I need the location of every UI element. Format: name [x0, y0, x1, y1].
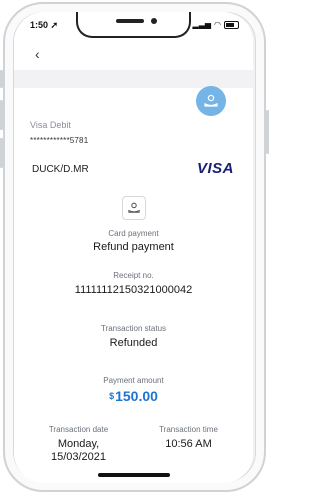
- amount-value: $150.00: [14, 388, 253, 404]
- battery-icon: [224, 20, 239, 29]
- app-screen: 1:50 ➚ ▂▃▅ ◠ ‹ Visa Debit ************57…: [14, 12, 253, 483]
- date-day: 15/03/2021: [50, 451, 107, 463]
- status-icons: ▂▃▅ ◠: [193, 20, 239, 29]
- visa-logo: VISA: [197, 160, 235, 177]
- home-indicator[interactable]: [98, 473, 170, 477]
- mute-switch: [0, 70, 3, 88]
- hand-coin-icon: [127, 202, 140, 213]
- notch: [76, 12, 191, 38]
- status-section: Transaction status Refunded: [14, 310, 253, 363]
- camera: [151, 18, 157, 24]
- date-weekday: Monday,: [57, 438, 100, 450]
- power-button: [266, 110, 269, 154]
- wifi-icon: ◠: [214, 20, 221, 29]
- payment-category: Card payment: [108, 229, 159, 238]
- transaction-time: Transaction time 10:56 AM: [144, 425, 234, 464]
- amount-number: 150.00: [115, 388, 158, 404]
- payment-type: Refund payment: [93, 241, 174, 253]
- receipt-label: Receipt no.: [113, 271, 154, 280]
- card-type: Visa Debit: [30, 120, 71, 130]
- back-button[interactable]: ‹: [35, 46, 40, 62]
- header-divider-band: [14, 70, 253, 88]
- date-value: Monday, 15/03/2021: [34, 438, 124, 464]
- signal-icon: ▂▃▅: [192, 20, 212, 29]
- status-label: Transaction status: [100, 324, 167, 333]
- hand-coin-icon: [204, 94, 218, 107]
- status-value: Refunded: [109, 337, 158, 349]
- payment-type-section: Card payment Refund payment: [14, 186, 253, 259]
- volume-up-button: [0, 100, 3, 130]
- transaction-date: Transaction date Monday, 15/03/2021: [34, 425, 124, 464]
- card-number: ************5781: [30, 136, 89, 145]
- location-arrow-icon: ➚: [48, 20, 59, 30]
- speaker: [116, 19, 144, 23]
- time-value: 10:56 AM: [165, 438, 212, 450]
- volume-down-button: [0, 138, 3, 168]
- currency-symbol: $: [109, 391, 115, 401]
- date-label: Transaction date: [48, 425, 109, 434]
- refund-icon-box: [121, 196, 146, 220]
- amount-label: Payment amount: [103, 376, 164, 385]
- receipt-section: Receipt no. 11111112150321000042: [14, 258, 253, 311]
- amount-section: Payment amount $150.00: [14, 362, 253, 416]
- avatar[interactable]: [196, 86, 226, 116]
- time-label: Transaction time: [159, 425, 218, 434]
- card-section: Visa Debit ************5781 DUCK/D.MR VI…: [14, 108, 253, 187]
- receipt-number: 11111112150321000042: [74, 284, 193, 296]
- status-time: 1:50 ➚: [30, 20, 59, 30]
- card-holder: DUCK/D.MR: [32, 164, 89, 175]
